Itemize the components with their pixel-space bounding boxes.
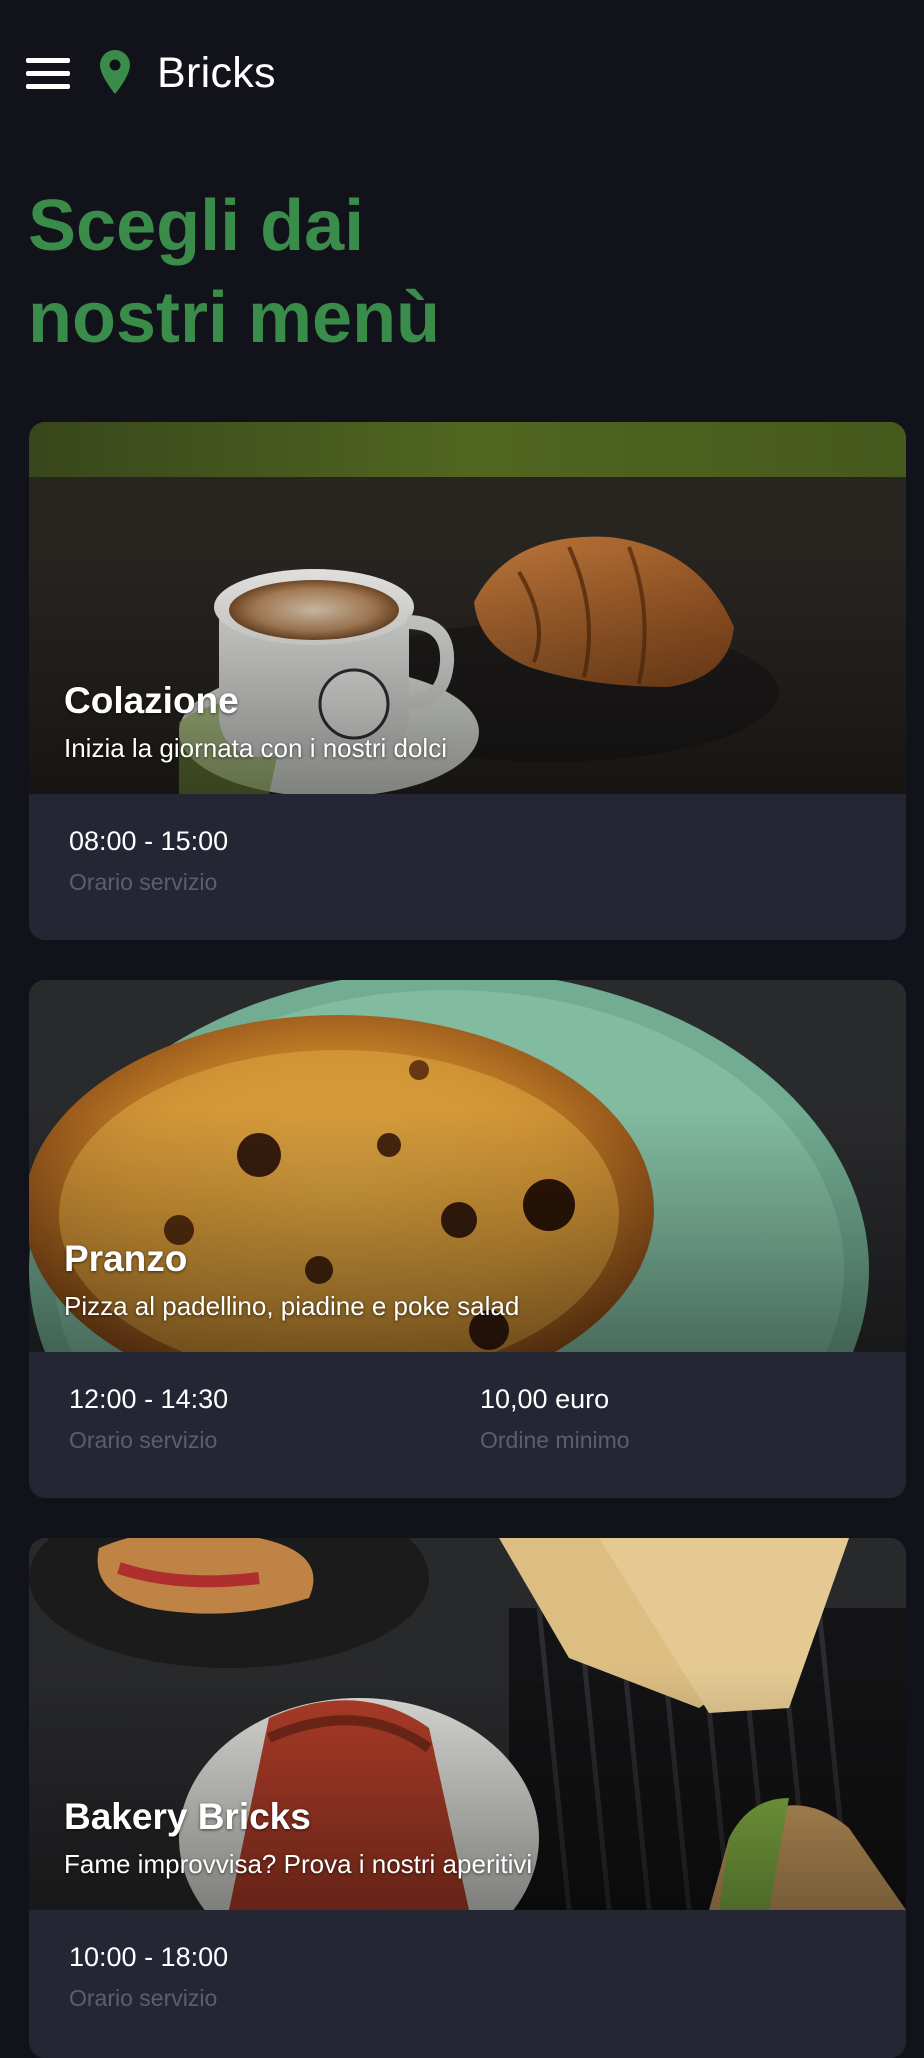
service-hours-value: 08:00 - 15:00	[69, 826, 229, 856]
page-title-line-1: Scegli dai	[28, 186, 365, 266]
menu-card-bakery-bricks[interactable]: Bakery Bricks Fame improvvisa? Prova i n…	[29, 1538, 906, 2058]
menu-card-title: Bakery Bricks	[64, 1796, 311, 1837]
menu-card-title: Colazione	[64, 680, 239, 721]
service-hours-label: Orario servizio	[69, 1427, 218, 1453]
service-hours: 08:00 - 15:00 Orario servizio	[69, 824, 228, 896]
service-hours: 12:00 - 14:30 Orario servizio	[69, 1382, 228, 1454]
menu-card-title: Pranzo	[64, 1238, 188, 1279]
minimum-order-label: Ordine minimo	[480, 1427, 630, 1453]
menu-card-subtitle: Pizza al padellino, piadine e poke salad	[64, 1291, 520, 1321]
menu-card-photo: Bakery Bricks Fame improvvisa? Prova i n…	[29, 1538, 906, 1910]
top-app-bar: Bricks	[0, 0, 924, 150]
menu-card-info: 12:00 - 14:30 Orario servizio 10,00 euro…	[29, 1352, 906, 1498]
restaurant-name[interactable]: Bricks	[157, 48, 276, 98]
menu-card-photo: Pranzo Pizza al padellino, piadine e pok…	[29, 980, 906, 1352]
minimum-order-value: 10,00 euro	[480, 1384, 610, 1414]
service-hours-value: 12:00 - 14:30	[69, 1384, 229, 1414]
menu-card-pranzo[interactable]: Pranzo Pizza al padellino, piadine e pok…	[29, 980, 906, 1498]
menu-card-colazione[interactable]: Colazione Inizia la giornata con i nostr…	[29, 422, 906, 940]
hamburger-icon-bar	[26, 58, 70, 63]
menu-card-photo: Colazione Inizia la giornata con i nostr…	[29, 422, 906, 794]
service-hours-label: Orario servizio	[69, 1985, 218, 2011]
hamburger-icon-bar	[26, 71, 70, 76]
service-hours-value: 10:00 - 18:00	[69, 1942, 229, 1972]
service-hours-label: Orario servizio	[69, 869, 218, 895]
hamburger-menu-button[interactable]	[26, 58, 70, 90]
menu-card-subtitle: Fame improvvisa? Prova i nostri aperitiv…	[64, 1849, 533, 1879]
page-title: Scegli dai nostri menù	[28, 180, 628, 364]
service-hours: 10:00 - 18:00 Orario servizio	[69, 1940, 228, 2012]
hamburger-icon-bar	[26, 84, 70, 89]
menu-card-subtitle: Inizia la giornata con i nostri dolci	[64, 733, 447, 763]
page-title-line-2: nostri menù	[28, 278, 441, 358]
map-pin-icon[interactable]	[100, 50, 130, 94]
menu-card-info: 08:00 - 15:00 Orario servizio	[29, 794, 906, 940]
menu-card-info: 10:00 - 18:00 Orario servizio	[29, 1910, 906, 2056]
minimum-order: 10,00 euro Ordine minimo	[480, 1382, 630, 1454]
